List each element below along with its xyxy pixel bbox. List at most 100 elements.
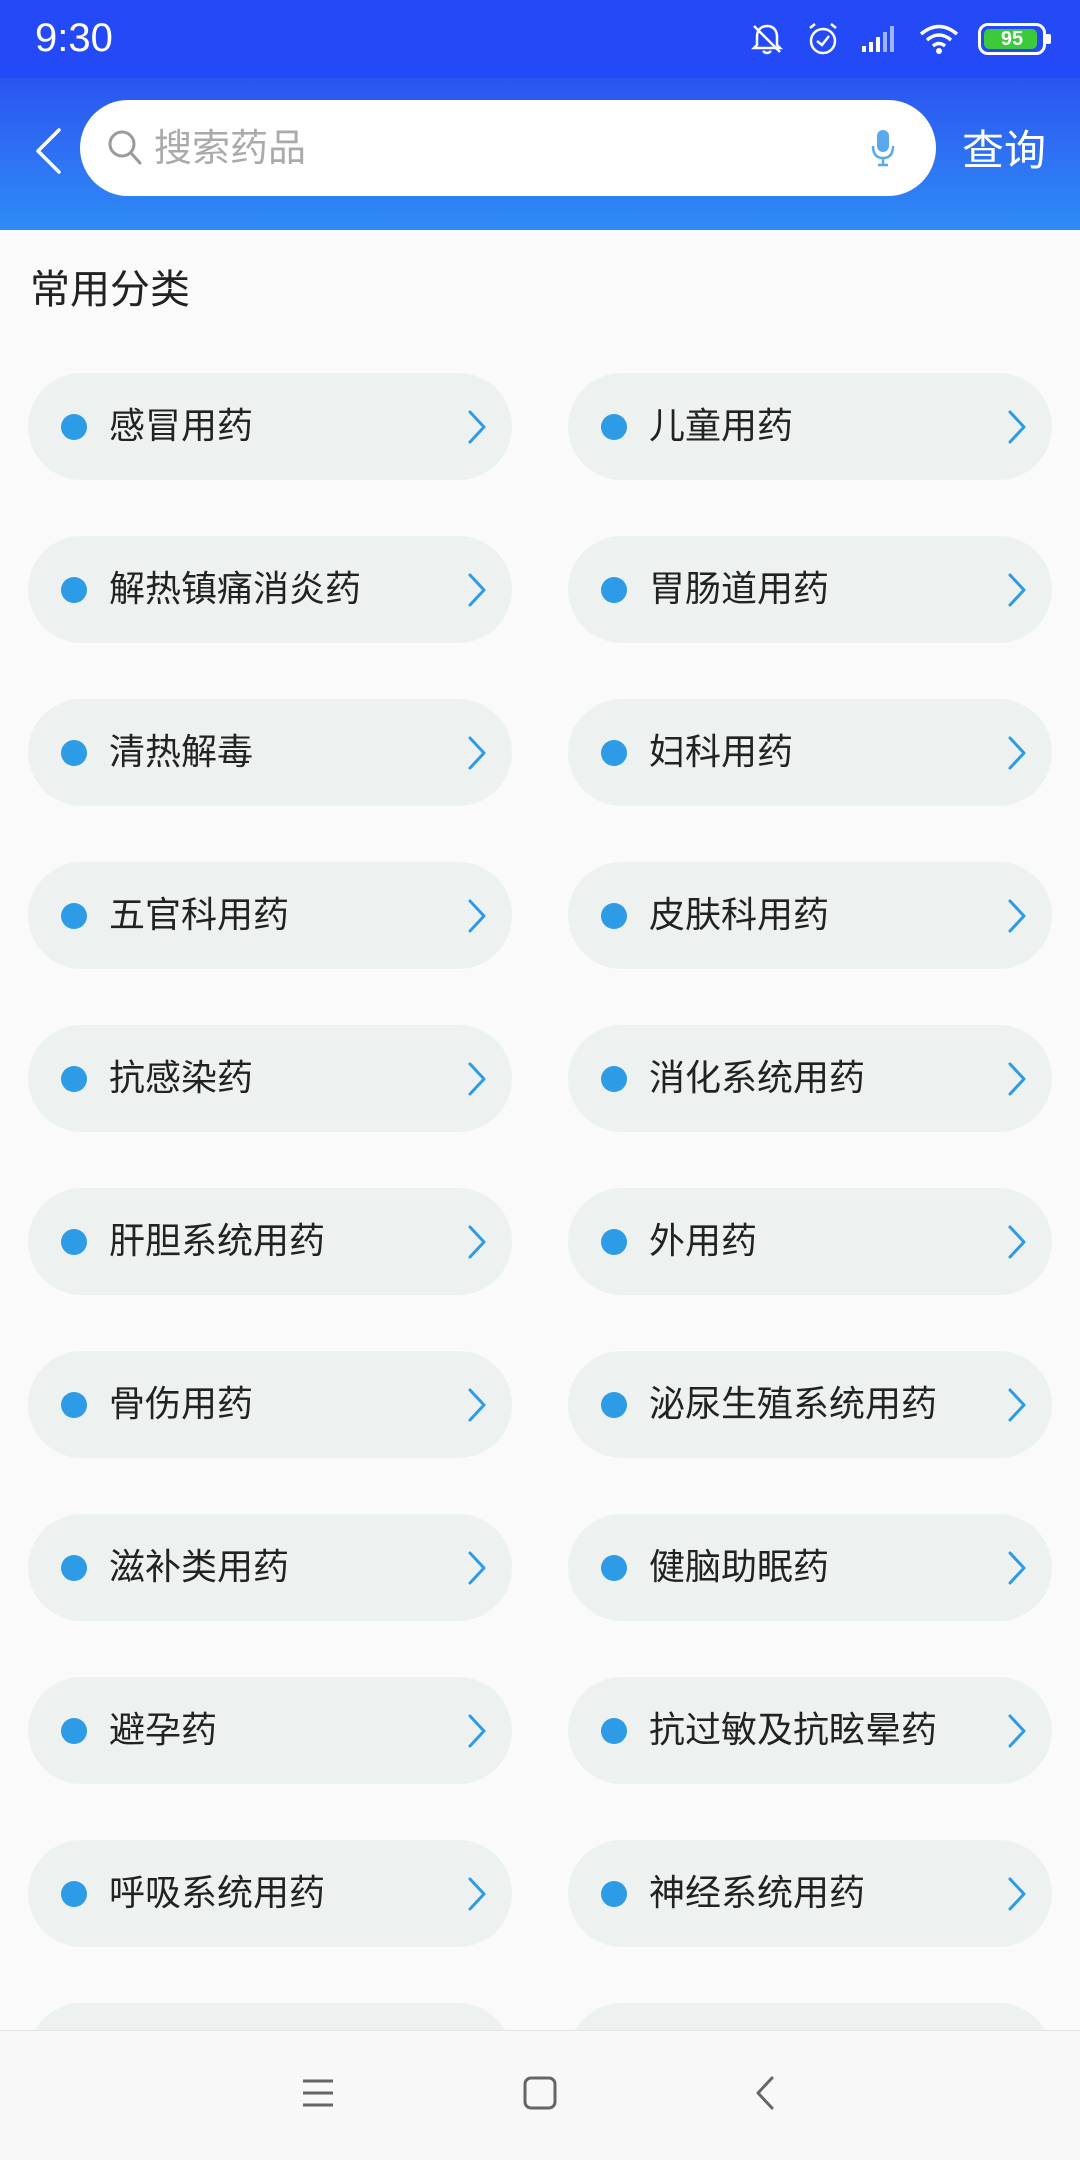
bullet-dot-icon xyxy=(601,414,627,440)
bullet-dot-icon xyxy=(61,577,87,603)
category-item[interactable]: 神经系统用药 xyxy=(568,1840,1052,1947)
category-label: 妇科用药 xyxy=(649,732,794,773)
bullet-dot-icon xyxy=(601,1392,627,1418)
chevron-right-icon xyxy=(1008,1225,1026,1259)
status-bar: 9:30 95 xyxy=(0,0,1080,78)
signal-icon xyxy=(860,24,900,54)
microphone-icon[interactable] xyxy=(870,128,896,172)
category-item[interactable]: 抗感染药 xyxy=(28,1025,512,1132)
category-item[interactable]: 感冒用药 xyxy=(28,373,512,480)
category-item[interactable]: 解热镇痛消炎药 xyxy=(28,536,512,643)
search-box[interactable] xyxy=(80,100,936,196)
home-icon[interactable] xyxy=(522,2075,558,2115)
chevron-right-icon xyxy=(1008,1388,1026,1422)
search-header: 查询 xyxy=(0,78,1080,230)
category-item[interactable]: 妇科用药 xyxy=(568,699,1052,806)
bullet-dot-icon xyxy=(61,1718,87,1744)
category-label: 胃肠道用药 xyxy=(649,569,830,610)
bullet-dot-icon xyxy=(601,1229,627,1255)
category-label: 五官科用药 xyxy=(109,895,290,936)
bullet-dot-icon xyxy=(601,1881,627,1907)
category-item[interactable]: 肝胆系统用药 xyxy=(28,1188,512,1295)
category-item[interactable]: 避孕药 xyxy=(28,1677,512,1784)
category-label: 清热解毒 xyxy=(109,732,254,773)
category-grid: 感冒用药 儿童用药解热镇痛消炎药 胃肠道用药清热解毒 妇科用药五官科用药 皮肤科用药抗感… xyxy=(28,373,1052,1947)
bullet-dot-icon xyxy=(601,1718,627,1744)
status-icons: 95 xyxy=(748,14,1051,64)
bullet-dot-icon xyxy=(61,1555,87,1581)
chevron-right-icon xyxy=(468,573,486,607)
category-label: 感冒用药 xyxy=(109,406,254,447)
bullet-dot-icon xyxy=(61,414,87,440)
bullet-dot-icon xyxy=(601,577,627,603)
category-label: 消化系统用药 xyxy=(649,1058,866,1099)
category-item[interactable]: 骨伤用药 xyxy=(28,1351,512,1458)
chevron-right-icon xyxy=(468,899,486,933)
query-button[interactable]: 查询 xyxy=(962,116,1046,186)
chevron-right-icon xyxy=(1008,1551,1026,1585)
category-label: 外用药 xyxy=(649,1221,758,1262)
category-label: 滋补类用药 xyxy=(109,1547,290,1588)
category-label: 解热镇痛消炎药 xyxy=(109,569,362,610)
search-icon xyxy=(106,128,144,172)
battery-level: 95 xyxy=(1000,27,1024,50)
mute-bell-icon xyxy=(748,20,786,58)
back-icon[interactable] xyxy=(752,2075,782,2115)
chevron-right-icon xyxy=(468,1551,486,1585)
chevron-right-icon xyxy=(1008,736,1026,770)
search-input[interactable] xyxy=(154,100,814,196)
category-item[interactable]: 五官科用药 xyxy=(28,862,512,969)
category-label: 避孕药 xyxy=(109,1710,218,1751)
category-item[interactable]: 消化系统用药 xyxy=(568,1025,1052,1132)
menu-icon[interactable] xyxy=(300,2075,336,2115)
category-label: 神经系统用药 xyxy=(649,1873,866,1914)
category-label: 抗过敏及抗眩晕药 xyxy=(649,1710,938,1751)
bullet-dot-icon xyxy=(601,740,627,766)
bullet-dot-icon xyxy=(61,1881,87,1907)
chevron-right-icon xyxy=(1008,410,1026,444)
bullet-dot-icon xyxy=(61,1392,87,1418)
alarm-icon xyxy=(804,20,842,58)
category-item[interactable]: 抗过敏及抗眩晕药 xyxy=(568,1677,1052,1784)
chevron-left-icon xyxy=(36,128,61,174)
category-item[interactable]: 胃肠道用药 xyxy=(568,536,1052,643)
bullet-dot-icon xyxy=(601,1555,627,1581)
chevron-right-icon xyxy=(1008,899,1026,933)
battery-icon: 95 xyxy=(978,23,1051,55)
category-label: 肝胆系统用药 xyxy=(109,1221,326,1262)
bullet-dot-icon xyxy=(601,1066,627,1092)
category-item[interactable]: 泌尿生殖系统用药 xyxy=(568,1351,1052,1458)
bullet-dot-icon xyxy=(61,903,87,929)
bullet-dot-icon xyxy=(61,1066,87,1092)
category-label: 抗感染药 xyxy=(109,1058,254,1099)
category-item[interactable]: 皮肤科用药 xyxy=(568,862,1052,969)
category-label: 皮肤科用药 xyxy=(649,895,830,936)
chevron-right-icon xyxy=(1008,1062,1026,1096)
category-label: 健脑助眠药 xyxy=(649,1547,830,1588)
bullet-dot-icon xyxy=(601,903,627,929)
chevron-right-icon xyxy=(468,1062,486,1096)
category-item[interactable]: 呼吸系统用药 xyxy=(28,1840,512,1947)
chevron-right-icon xyxy=(468,1388,486,1422)
bullet-dot-icon xyxy=(61,1229,87,1255)
category-item[interactable]: 清热解毒 xyxy=(28,699,512,806)
chevron-right-icon xyxy=(1008,573,1026,607)
chevron-right-icon xyxy=(468,1225,486,1259)
category-label: 泌尿生殖系统用药 xyxy=(649,1384,938,1425)
chevron-right-icon xyxy=(1008,1877,1026,1911)
category-item[interactable]: 儿童用药 xyxy=(568,373,1052,480)
category-item[interactable]: 外用药 xyxy=(568,1188,1052,1295)
section-title: 常用分类 xyxy=(30,267,190,313)
wifi-icon xyxy=(918,23,960,55)
chevron-right-icon xyxy=(468,410,486,444)
chevron-right-icon xyxy=(1008,1714,1026,1748)
chevron-right-icon xyxy=(468,1877,486,1911)
back-button[interactable] xyxy=(18,116,78,186)
bullet-dot-icon xyxy=(61,740,87,766)
system-nav-bar xyxy=(0,2030,1080,2160)
category-label: 呼吸系统用药 xyxy=(109,1873,326,1914)
category-item[interactable]: 健脑助眠药 xyxy=(568,1514,1052,1621)
category-label: 骨伤用药 xyxy=(109,1384,254,1425)
category-item[interactable]: 滋补类用药 xyxy=(28,1514,512,1621)
chevron-right-icon xyxy=(468,1714,486,1748)
